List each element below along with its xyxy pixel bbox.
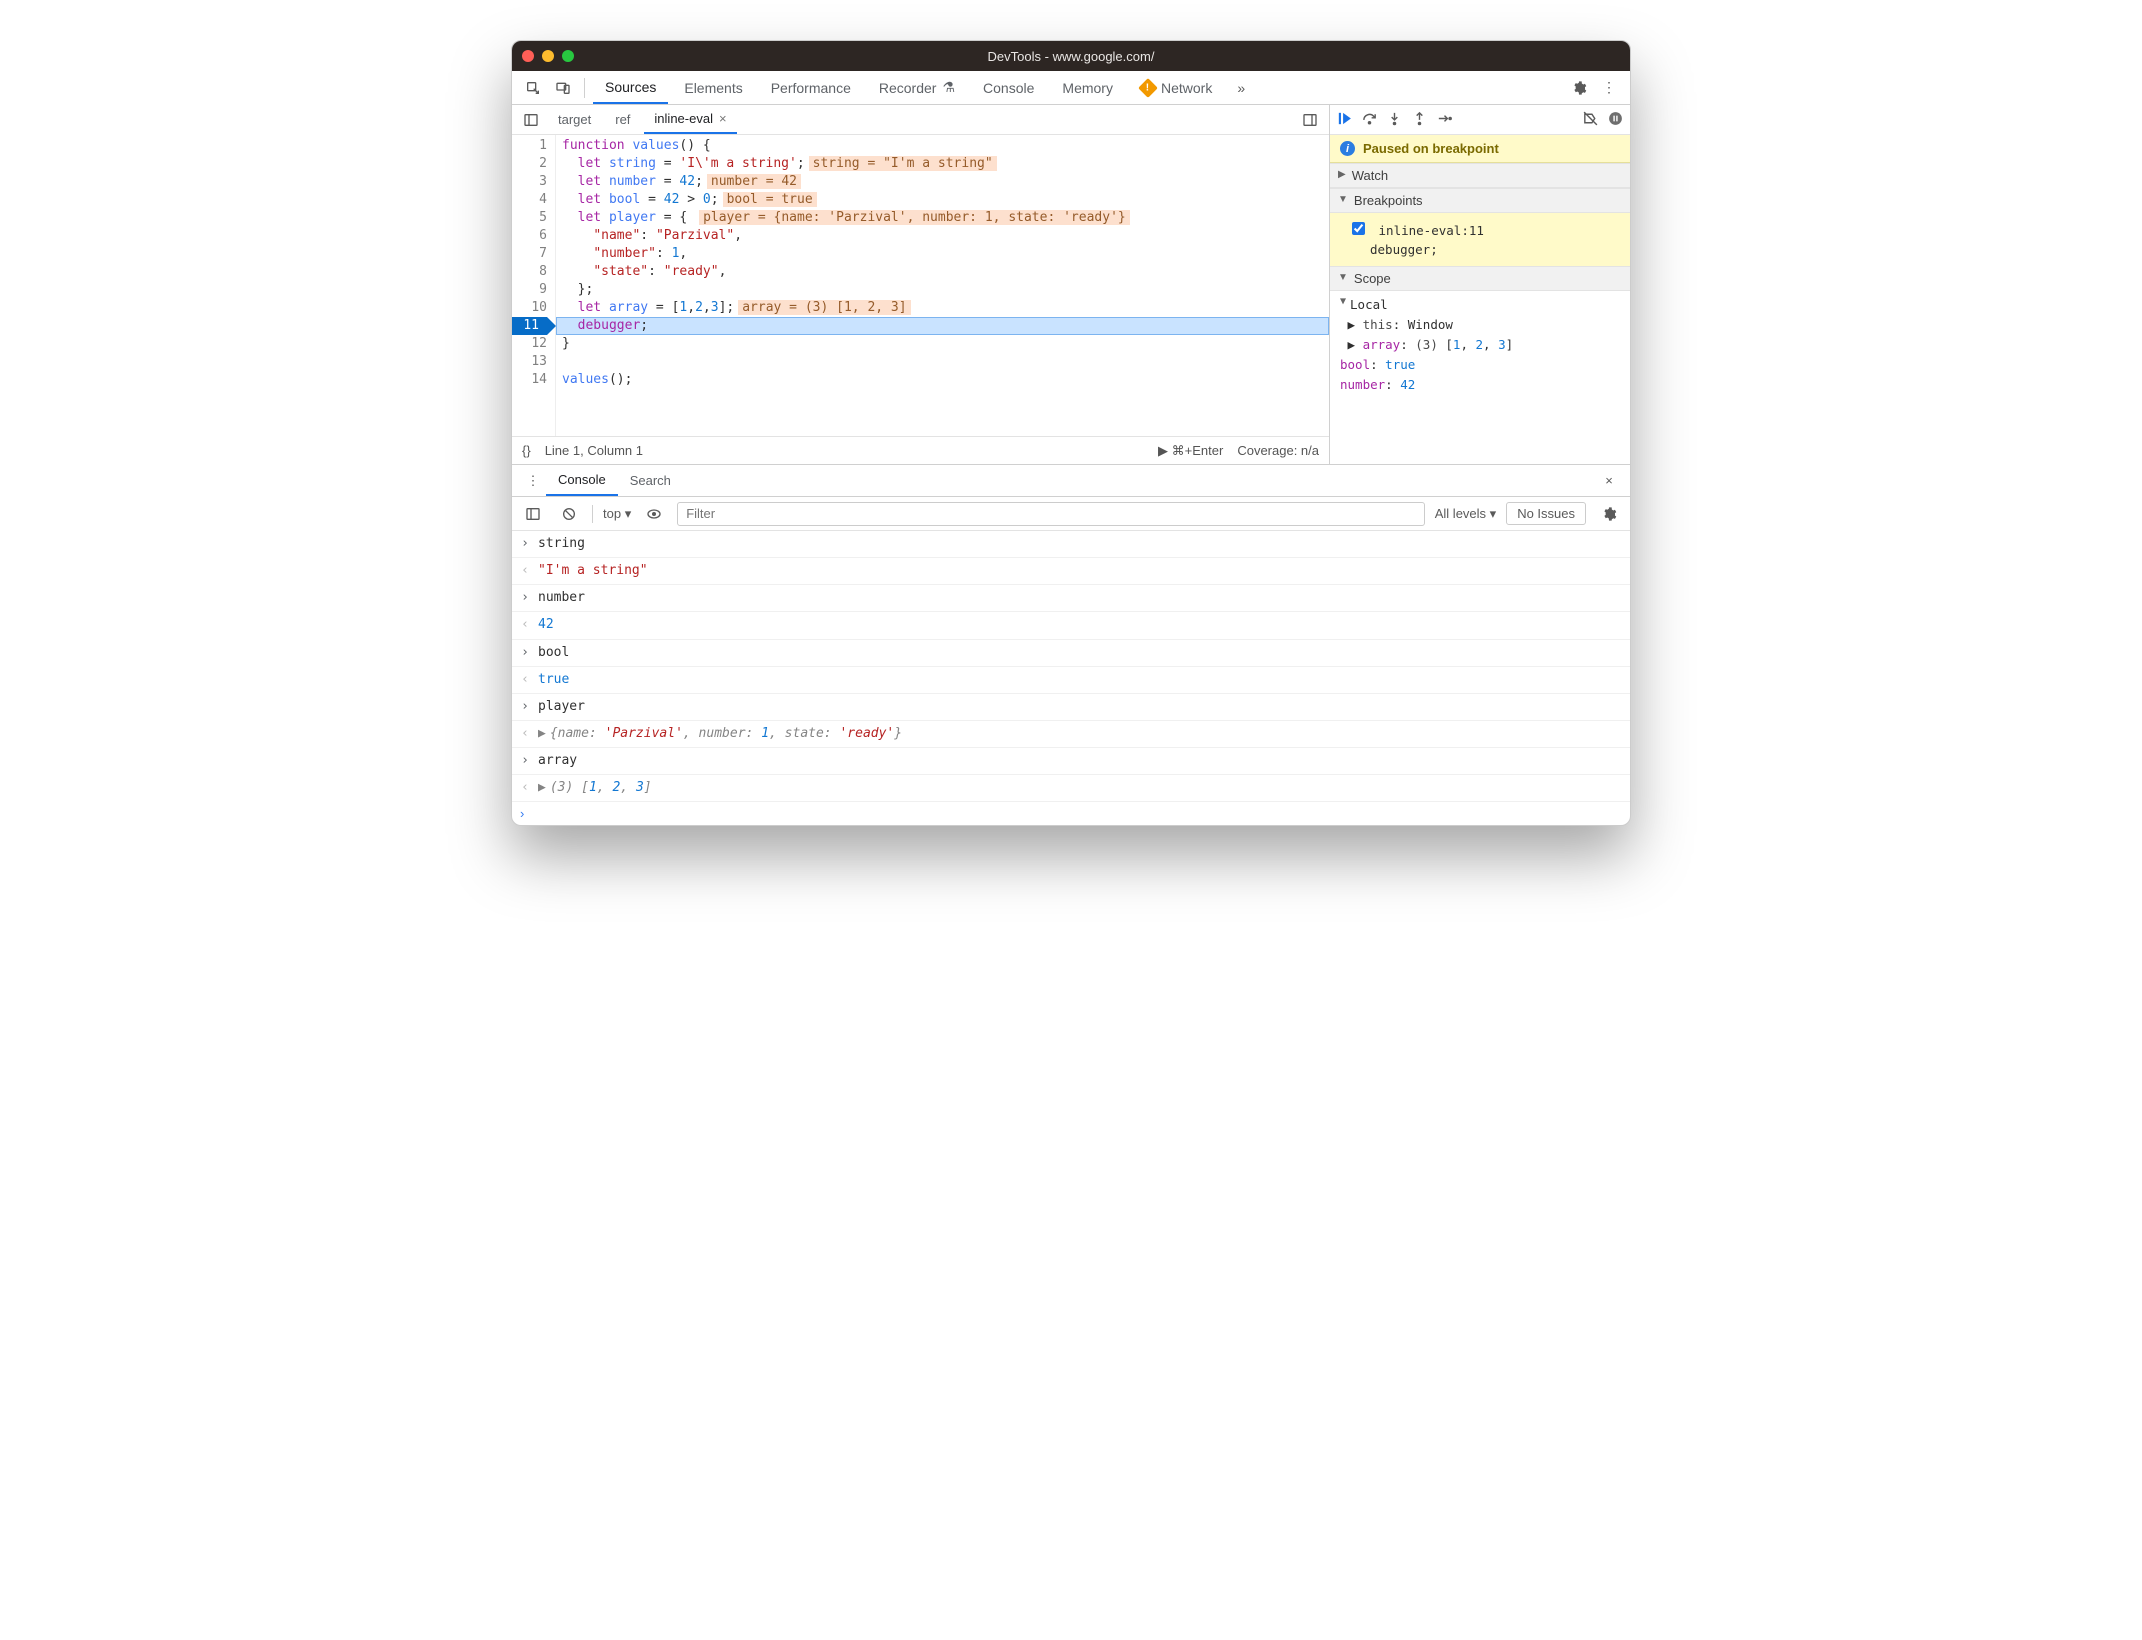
close-drawer-icon[interactable]: × [1596, 468, 1622, 494]
step-over-button[interactable] [1361, 110, 1378, 130]
step-button[interactable] [1436, 110, 1453, 130]
devtools-window: DevTools - www.google.com/ Sources Eleme… [511, 40, 1631, 826]
device-toolbar-icon[interactable] [550, 75, 576, 101]
step-out-button[interactable] [1411, 110, 1428, 130]
console-filter-input[interactable] [677, 502, 1425, 526]
scope-bool[interactable]: bool: true [1340, 355, 1620, 375]
navigator-toggle-icon[interactable] [518, 107, 544, 133]
console-input-row[interactable]: bool [512, 640, 1630, 667]
editor-tab-target[interactable]: target [548, 105, 601, 134]
drawer-tab-console[interactable]: Console [546, 465, 618, 496]
console-toolbar: top ▾ All levels ▾ No Issues [512, 497, 1630, 531]
tab-recorder[interactable]: Recorder⚗︎ [867, 71, 967, 104]
console-output-row[interactable]: true [512, 667, 1630, 694]
titlebar: DevTools - www.google.com/ [512, 41, 1630, 71]
breakpoint-item[interactable]: inline-eval:11 debugger; [1330, 213, 1630, 266]
deactivate-breakpoints-button[interactable] [1582, 110, 1599, 130]
editor-tab-ref[interactable]: ref [605, 105, 640, 134]
info-icon: i [1340, 141, 1355, 156]
console-input-row[interactable]: string [512, 531, 1630, 558]
console-sidebar-toggle-icon[interactable] [520, 501, 546, 527]
console-output-row[interactable]: ▶(3) [1, 2, 3] [512, 775, 1630, 802]
run-snippet-button[interactable]: ▶ ⌘+Enter [1158, 443, 1223, 459]
console-output[interactable]: string"I'm a string"number42booltrueplay… [512, 531, 1630, 802]
console-settings-icon[interactable] [1596, 501, 1622, 527]
watch-section-header[interactable]: ▶Watch [1330, 163, 1630, 188]
console-prompt[interactable] [512, 802, 1630, 825]
breakpoint-checkbox[interactable] [1352, 222, 1365, 235]
tab-network[interactable]: !Network [1129, 71, 1224, 104]
settings-gear-icon[interactable] [1566, 75, 1592, 101]
debugger-sidebar: i Paused on breakpoint ▶Watch ▼Breakpoin… [1330, 105, 1630, 464]
more-tabs-icon[interactable]: » [1228, 75, 1254, 101]
close-tab-icon[interactable]: × [719, 111, 727, 126]
scope-section-header[interactable]: ▼Scope [1330, 266, 1630, 291]
drawer-menu-icon[interactable]: ⋮ [520, 468, 546, 494]
warning-icon: ! [1138, 78, 1158, 98]
issues-button[interactable]: No Issues [1506, 502, 1586, 525]
pretty-print-icon[interactable]: {} [522, 443, 531, 458]
scope-local: ▼Local ▶ this: Window ▶ array: (3) [1, 2… [1330, 291, 1630, 399]
tab-console[interactable]: Console [971, 71, 1046, 104]
coverage-status: Coverage: n/a [1237, 443, 1319, 458]
inspect-element-icon[interactable] [520, 75, 546, 101]
scope-this[interactable]: ▶ this: Window [1340, 315, 1620, 335]
kebab-menu-icon[interactable]: ⋮ [1596, 75, 1622, 101]
levels-dropdown[interactable]: All levels ▾ [1435, 506, 1496, 522]
debugger-sidebar-toggle-icon[interactable] [1297, 107, 1323, 133]
window-title: DevTools - www.google.com/ [512, 49, 1630, 64]
console-output-row[interactable]: ▶{name: 'Parzival', number: 1, state: 'r… [512, 721, 1630, 748]
editor-pane: target ref inline-eval× 1234567891011121… [512, 105, 1330, 464]
pause-on-exceptions-button[interactable] [1607, 110, 1624, 130]
editor-tab-inline-eval[interactable]: inline-eval× [644, 105, 736, 134]
tab-sources[interactable]: Sources [593, 71, 668, 104]
clear-console-icon[interactable] [556, 501, 582, 527]
console-input-row[interactable]: player [512, 694, 1630, 721]
drawer: ⋮ Console Search × top ▾ All levels ▾ No… [512, 465, 1630, 825]
console-output-row[interactable]: "I'm a string" [512, 558, 1630, 585]
drawer-tab-search[interactable]: Search [618, 465, 683, 496]
editor-statusbar: {} Line 1, Column 1 ▶ ⌘+Enter Coverage: … [512, 436, 1329, 464]
tab-performance[interactable]: Performance [759, 71, 863, 104]
editor-tabs: target ref inline-eval× [512, 105, 1329, 135]
step-into-button[interactable] [1386, 110, 1403, 130]
flask-icon: ⚗︎ [942, 79, 955, 96]
console-output-row[interactable]: 42 [512, 612, 1630, 639]
live-expression-icon[interactable] [641, 501, 667, 527]
resume-button[interactable] [1336, 110, 1353, 130]
breakpoints-section-header[interactable]: ▼Breakpoints [1330, 188, 1630, 213]
sources-panel: target ref inline-eval× 1234567891011121… [512, 105, 1630, 465]
console-input-row[interactable]: array [512, 748, 1630, 775]
tab-elements[interactable]: Elements [672, 71, 754, 104]
tab-memory[interactable]: Memory [1050, 71, 1125, 104]
code-editor[interactable]: 1234567891011121314function values() { l… [512, 135, 1329, 436]
panel-tabbar: Sources Elements Performance Recorder⚗︎ … [512, 71, 1630, 105]
console-input-row[interactable]: number [512, 585, 1630, 612]
context-selector[interactable]: top ▾ [603, 506, 631, 522]
debugger-toolbar [1330, 105, 1630, 135]
cursor-position: Line 1, Column 1 [545, 443, 643, 458]
drawer-tabs: ⋮ Console Search × [512, 465, 1630, 497]
pause-reason-bar: i Paused on breakpoint [1330, 135, 1630, 163]
scope-array[interactable]: ▶ array: (3) [1, 2, 3] [1340, 335, 1620, 355]
scope-number[interactable]: number: 42 [1340, 375, 1620, 395]
